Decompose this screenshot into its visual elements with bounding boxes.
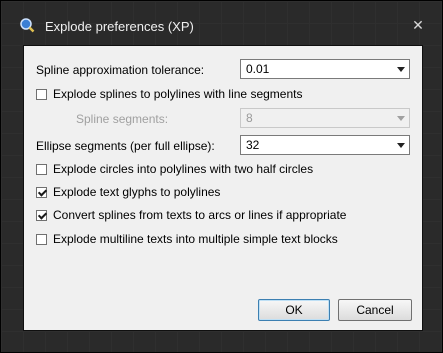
explode-splines-option[interactable]: Explode splines to polylines with line s… xyxy=(36,87,302,101)
ellipse-segments-value: 32 xyxy=(246,138,260,152)
explode-text-glyphs-option[interactable]: Explode text glyphs to polylines xyxy=(36,185,220,199)
explode-multiline-option[interactable]: Explode multiline texts into multiple si… xyxy=(36,232,338,246)
title-bar[interactable]: Explode preferences (XP) ✕ xyxy=(5,5,438,47)
chevron-down-icon xyxy=(397,116,405,121)
convert-splines-checkbox[interactable] xyxy=(36,209,47,221)
explode-circles-label: Explode circles into polylines with two … xyxy=(53,162,314,176)
spline-tolerance-value: 0.01 xyxy=(246,62,270,76)
explode-splines-label: Explode splines to polylines with line s… xyxy=(53,87,303,101)
spline-segments-value: 8 xyxy=(246,111,253,125)
explode-multiline-checkbox[interactable] xyxy=(36,233,47,245)
spline-segments-label: Spline segments: xyxy=(76,112,169,126)
chevron-down-icon xyxy=(397,67,405,72)
chevron-down-icon xyxy=(397,143,405,148)
window-title: Explode preferences (XP) xyxy=(45,19,194,34)
explode-multiline-label: Explode multiline texts into multiple si… xyxy=(53,232,338,246)
explode-text-glyphs-checkbox[interactable] xyxy=(36,186,47,198)
ok-button[interactable]: OK xyxy=(258,299,330,321)
spline-tolerance-label: Spline approximation tolerance: xyxy=(36,63,205,77)
app-icon xyxy=(20,18,35,33)
convert-splines-option[interactable]: Convert splines from texts to arcs or li… xyxy=(36,208,346,222)
convert-splines-label: Convert splines from texts to arcs or li… xyxy=(53,208,347,222)
explode-text-glyphs-label: Explode text glyphs to polylines xyxy=(53,185,221,199)
spline-tolerance-combo[interactable]: 0.01 xyxy=(240,59,410,79)
dialog-window: Explode preferences (XP) ✕ Spline approx… xyxy=(0,0,443,353)
spline-segments-combo[interactable]: 8 xyxy=(240,108,410,128)
explode-circles-checkbox[interactable] xyxy=(36,163,47,175)
close-icon[interactable]: ✕ xyxy=(408,15,428,35)
cancel-button[interactable]: Cancel xyxy=(338,299,412,321)
ellipse-segments-combo[interactable]: 32 xyxy=(240,135,410,155)
explode-circles-option[interactable]: Explode circles into polylines with two … xyxy=(36,162,313,176)
ellipse-segments-label: Ellipse segments (per full ellipse): xyxy=(36,139,215,153)
dialog-body: Spline approximation tolerance: 0.01 Exp… xyxy=(23,45,423,331)
explode-splines-checkbox[interactable] xyxy=(36,88,47,100)
